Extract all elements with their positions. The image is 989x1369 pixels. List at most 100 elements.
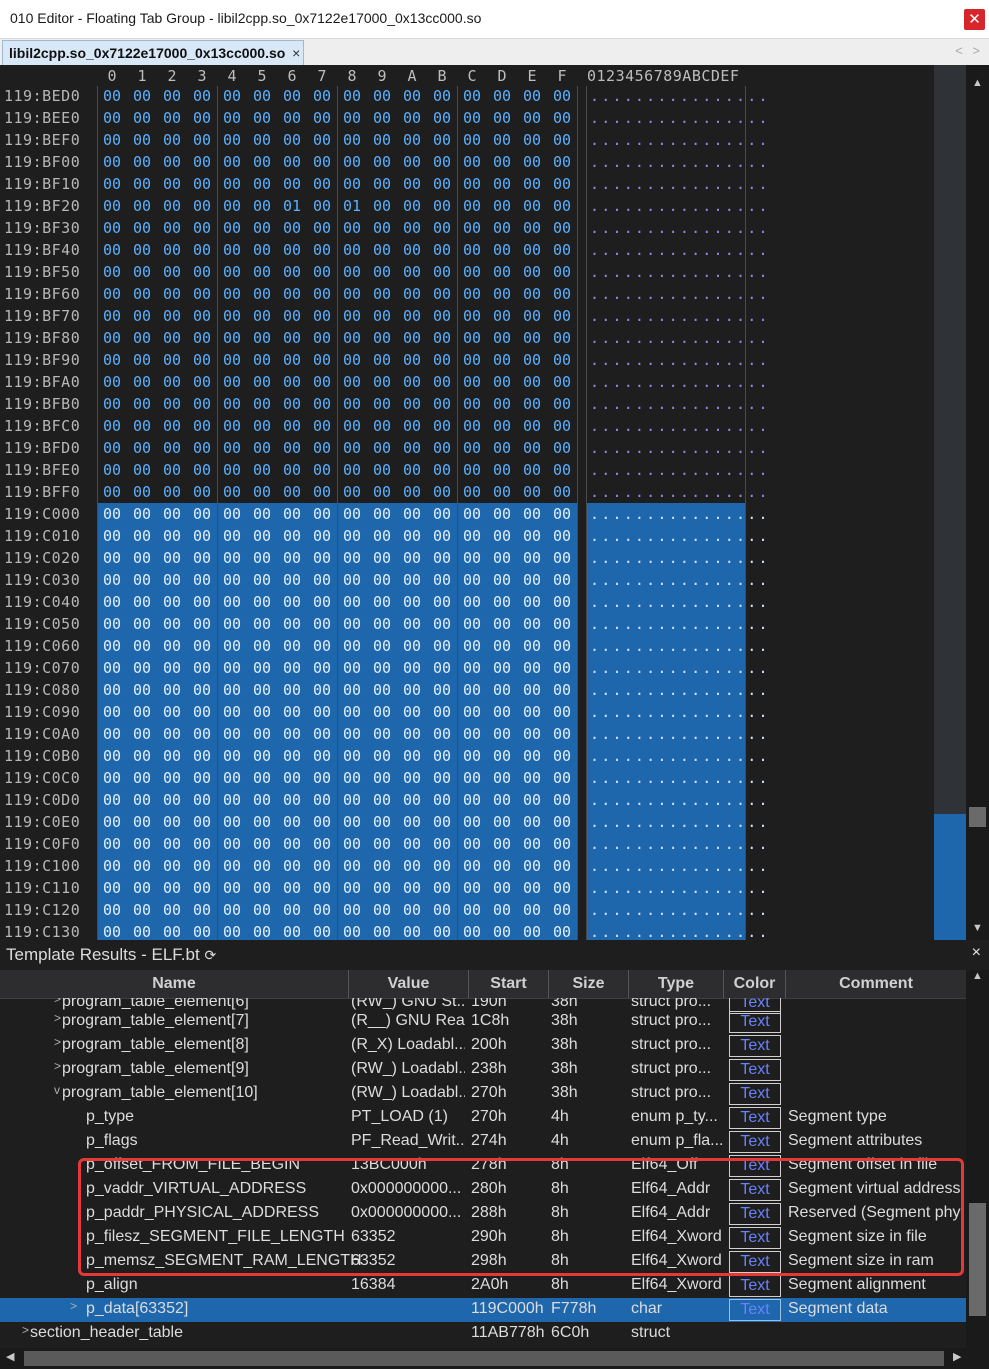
hex-byte[interactable]: 00 <box>547 879 577 897</box>
hex-byte[interactable]: 00 <box>457 813 487 831</box>
hex-byte[interactable]: 00 <box>277 571 307 589</box>
hex-byte[interactable]: 00 <box>157 461 187 479</box>
hex-byte[interactable]: 00 <box>217 417 247 435</box>
hex-byte[interactable]: 00 <box>457 373 487 391</box>
ascii-text[interactable]: ................ <box>590 285 770 303</box>
hex-byte[interactable]: 00 <box>277 329 307 347</box>
hex-byte[interactable]: 00 <box>487 219 517 237</box>
scroll-right-icon[interactable]: ▶ <box>953 1350 961 1363</box>
hex-byte[interactable]: 00 <box>337 593 367 611</box>
hex-row[interactable]: 119:C0E0 00 00 00 00 00 00 00 00 00 00 00 00 00 00 00 00… <box>0 812 768 834</box>
hex-byte[interactable]: 00 <box>247 175 277 193</box>
hex-byte[interactable]: 00 <box>247 131 277 149</box>
hex-byte[interactable]: 00 <box>307 461 337 479</box>
hex-byte[interactable]: 00 <box>127 263 157 281</box>
hex-byte[interactable]: 00 <box>97 527 127 545</box>
hex-byte[interactable]: 00 <box>367 901 397 919</box>
ascii-text[interactable]: ................ <box>590 593 770 611</box>
hex-byte[interactable]: 00 <box>187 725 217 743</box>
hex-byte[interactable]: 00 <box>277 395 307 413</box>
hex-byte[interactable]: 00 <box>337 901 367 919</box>
hex-byte[interactable]: 00 <box>427 461 457 479</box>
hex-byte[interactable]: 00 <box>397 329 427 347</box>
hex-byte[interactable]: 00 <box>157 923 187 940</box>
hex-byte[interactable]: 00 <box>307 329 337 347</box>
hex-byte[interactable]: 00 <box>307 725 337 743</box>
hex-byte[interactable]: 00 <box>397 857 427 875</box>
hex-byte[interactable]: 00 <box>547 395 577 413</box>
hex-row[interactable]: 119:C0C0 00 00 00 00 00 00 00 00 00 00 00 00 00 00 00 00… <box>0 768 768 790</box>
hex-byte[interactable]: 00 <box>547 681 577 699</box>
hex-byte[interactable]: 00 <box>217 263 247 281</box>
hex-byte[interactable]: 00 <box>487 87 517 105</box>
hex-byte[interactable]: 00 <box>217 307 247 325</box>
hex-byte[interactable]: 00 <box>157 87 187 105</box>
hex-byte[interactable]: 00 <box>517 725 547 743</box>
hex-byte[interactable]: 00 <box>247 351 277 369</box>
hex-byte[interactable]: 00 <box>247 153 277 171</box>
ascii-text[interactable]: ................ <box>590 395 770 413</box>
hex-byte[interactable]: 00 <box>487 153 517 171</box>
hex-byte[interactable]: 00 <box>367 461 397 479</box>
hex-byte[interactable]: 00 <box>127 725 157 743</box>
hex-byte[interactable]: 00 <box>517 483 547 501</box>
hex-byte[interactable]: 00 <box>427 263 457 281</box>
hex-byte[interactable]: 00 <box>427 527 457 545</box>
hex-byte[interactable]: 00 <box>97 813 127 831</box>
hex-row[interactable]: 119:BF70 00 00 00 00 00 00 00 00 00 00 00 00 00 00 00 00… <box>0 306 768 328</box>
hex-byte[interactable]: 00 <box>427 857 457 875</box>
hex-byte[interactable]: 00 <box>97 769 127 787</box>
hex-byte[interactable]: 00 <box>397 527 427 545</box>
scroll-up-icon[interactable]: ▲ <box>966 77 989 89</box>
hex-byte[interactable]: 00 <box>127 483 157 501</box>
hex-byte[interactable]: 00 <box>547 659 577 677</box>
hex-byte[interactable]: 00 <box>307 351 337 369</box>
hex-byte[interactable]: 00 <box>547 87 577 105</box>
hex-byte[interactable]: 00 <box>487 593 517 611</box>
hex-byte[interactable]: 00 <box>457 505 487 523</box>
hex-byte[interactable]: 00 <box>367 307 397 325</box>
hex-byte[interactable]: 00 <box>247 219 277 237</box>
hex-byte[interactable]: 00 <box>187 505 217 523</box>
scroll-thumb[interactable] <box>969 807 986 827</box>
hex-row[interactable]: 119:C080 00 00 00 00 00 00 00 00 00 00 00 00 00 00 00 00… <box>0 680 768 702</box>
hex-byte[interactable]: 00 <box>157 395 187 413</box>
hex-row[interactable]: 119:C120 00 00 00 00 00 00 00 00 00 00 00 00 00 00 00 00… <box>0 900 768 922</box>
hex-byte[interactable]: 00 <box>187 615 217 633</box>
window-close-button[interactable]: ✕ <box>964 9 985 30</box>
ascii-text[interactable]: ................ <box>590 461 770 479</box>
ascii-text[interactable]: ................ <box>590 769 770 787</box>
hex-row[interactable]: 119:BF10 00 00 00 00 00 00 00 00 00 00 00 00 00 00 00 00… <box>0 174 768 196</box>
hex-byte[interactable]: 00 <box>127 615 157 633</box>
hex-byte[interactable]: 00 <box>97 109 127 127</box>
hex-byte[interactable]: 00 <box>127 373 157 391</box>
hex-byte[interactable]: 00 <box>277 109 307 127</box>
hex-byte[interactable]: 00 <box>367 659 397 677</box>
hex-byte[interactable]: 00 <box>187 109 217 127</box>
hex-byte[interactable]: 00 <box>367 153 397 171</box>
hex-byte[interactable]: 00 <box>127 131 157 149</box>
hex-byte[interactable]: 00 <box>397 285 427 303</box>
hex-byte[interactable]: 00 <box>127 813 157 831</box>
hex-byte[interactable]: 00 <box>247 813 277 831</box>
hex-byte[interactable]: 00 <box>277 747 307 765</box>
hex-byte[interactable]: 00 <box>547 703 577 721</box>
hex-byte[interactable]: 00 <box>277 659 307 677</box>
ascii-text[interactable]: ................ <box>590 439 770 457</box>
hex-byte[interactable]: 00 <box>487 637 517 655</box>
hex-row[interactable]: 119:BF40 00 00 00 00 00 00 00 00 00 00 00 00 00 00 00 00… <box>0 240 768 262</box>
hex-byte[interactable]: 00 <box>487 857 517 875</box>
ascii-text[interactable]: ................ <box>590 263 770 281</box>
hex-byte[interactable]: 00 <box>517 241 547 259</box>
hex-byte[interactable]: 00 <box>337 461 367 479</box>
hex-byte[interactable]: 00 <box>217 351 247 369</box>
hex-byte[interactable]: 00 <box>487 395 517 413</box>
hex-row[interactable]: 119:C110 00 00 00 00 00 00 00 00 00 00 00 00 00 00 00 00… <box>0 878 768 900</box>
hex-byte[interactable]: 00 <box>547 307 577 325</box>
hex-byte[interactable]: 00 <box>337 637 367 655</box>
hex-byte[interactable]: 00 <box>127 175 157 193</box>
hex-byte[interactable]: 00 <box>217 439 247 457</box>
hex-byte[interactable]: 00 <box>97 263 127 281</box>
hex-byte[interactable]: 00 <box>487 351 517 369</box>
ascii-text[interactable]: ................ <box>590 527 770 545</box>
